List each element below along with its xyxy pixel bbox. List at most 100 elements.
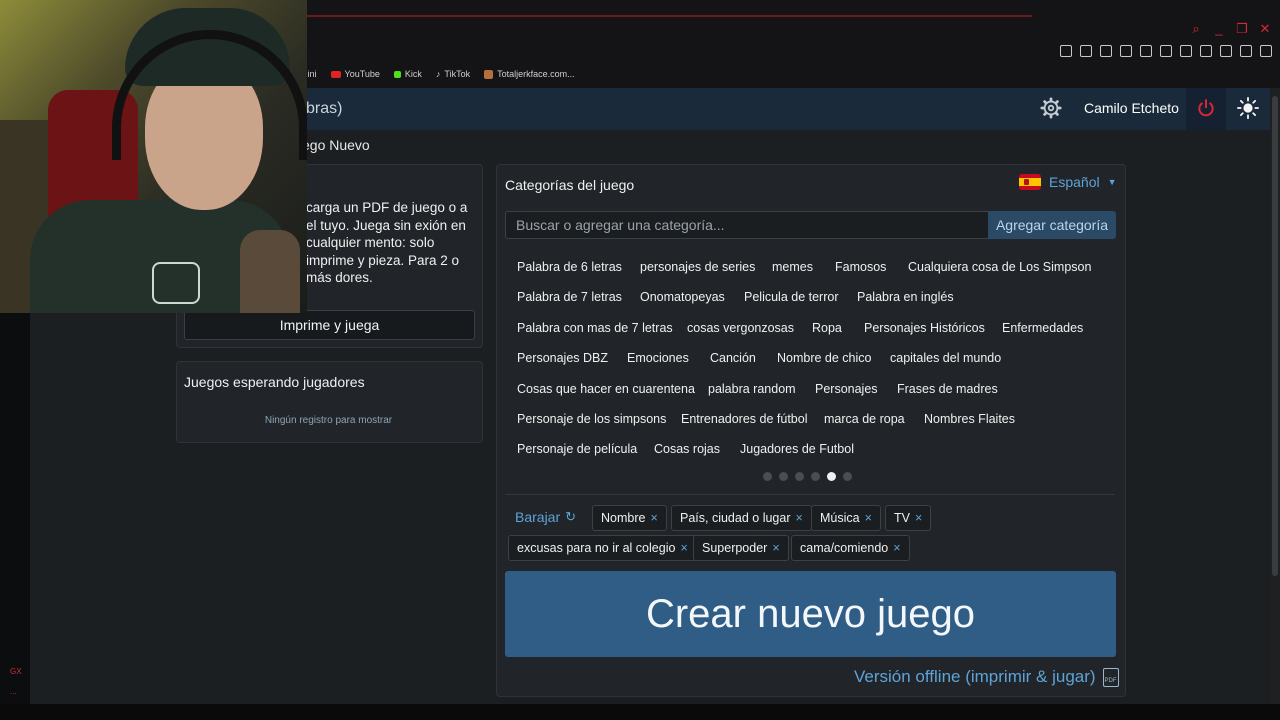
suggestion-item[interactable]: Cosas que hacer en cuarentena — [517, 382, 695, 396]
bookmark-kick[interactable]: Kick — [393, 69, 422, 79]
selected-category-tag: cama/comiendo × — [791, 535, 910, 561]
bookmark-tiktok[interactable]: ♪ TikTok — [436, 69, 470, 79]
suggestion-item[interactable]: Pelicula de terror — [744, 290, 839, 304]
youtube-icon — [330, 70, 341, 78]
page-dot-active[interactable] — [827, 472, 836, 481]
pdf-icon: PDF — [1102, 667, 1119, 687]
close-icon[interactable]: ✕ — [1258, 22, 1272, 36]
suggestion-item[interactable]: Palabra de 7 letras — [517, 290, 622, 304]
remove-tag-icon[interactable]: × — [915, 511, 922, 525]
remove-tag-icon[interactable]: × — [893, 541, 900, 555]
waiting-games-title: Juegos esperando jugadores — [184, 374, 365, 390]
scrollbar-thumb[interactable] — [1272, 96, 1278, 576]
suggestion-item[interactable]: cosas vergonzosas — [687, 321, 794, 335]
shield-icon[interactable] — [1120, 45, 1132, 57]
selected-category-tag: Nombre × — [592, 505, 667, 531]
window-controls: ⌕ _ ❐ ✕ — [1189, 22, 1272, 36]
empty-state-text: Ningún registro para mostrar — [264, 415, 393, 426]
suggestion-item[interactable]: Onomatopeyas — [640, 290, 725, 304]
selected-category-tag: Música × — [811, 505, 881, 531]
power-icon[interactable] — [1196, 98, 1216, 118]
heart-icon[interactable] — [1180, 45, 1192, 57]
pin-icon[interactable] — [1080, 45, 1092, 57]
user-name[interactable]: Camilo Etcheto — [1084, 100, 1179, 116]
suggestion-item[interactable]: Ropa — [812, 321, 842, 335]
remove-tag-icon[interactable]: × — [680, 541, 687, 555]
site-favicon-icon — [484, 69, 494, 79]
extensions-icon[interactable] — [1200, 45, 1212, 57]
suggestion-item[interactable]: Frases de madres — [897, 382, 998, 396]
suggestion-item[interactable]: palabra random — [708, 382, 796, 396]
create-new-game-button[interactable]: Crear nuevo juego — [505, 571, 1116, 657]
search-icon[interactable]: ⌕ — [1189, 22, 1203, 36]
suggestion-item[interactable]: Nombre de chico — [777, 351, 872, 365]
sun-icon[interactable] — [1237, 97, 1259, 119]
page-dot[interactable] — [795, 472, 804, 481]
app-title: bras) — [306, 100, 343, 117]
menu-icon[interactable] — [1260, 45, 1272, 57]
spain-flag-icon — [1019, 174, 1041, 190]
suggestion-item[interactable]: Entrenadores de fútbol — [681, 412, 807, 426]
gx-label: GX — [10, 667, 22, 676]
selected-category-tag: excusas para no ir al colegio × — [508, 535, 697, 561]
zoom-icon[interactable] — [1060, 45, 1072, 57]
remove-tag-icon[interactable]: × — [650, 511, 657, 525]
profile-icon[interactable] — [1220, 45, 1232, 57]
suggestion-item[interactable]: Emociones — [627, 351, 689, 365]
suggestion-item[interactable]: Personajes Históricos — [864, 321, 985, 335]
language-selector[interactable]: Español ▼ — [1019, 174, 1117, 190]
download-icon[interactable] — [1240, 45, 1252, 57]
print-description: carga un PDF de juego o a el tuyo. Juega… — [306, 200, 468, 285]
language-label: Español — [1049, 174, 1100, 190]
vpn-icon[interactable] — [1140, 45, 1152, 57]
suggestion-item[interactable]: Nombres Flaites — [924, 412, 1015, 426]
restore-icon[interactable]: ❐ — [1235, 22, 1249, 36]
suggestion-item[interactable]: memes — [772, 260, 813, 274]
refresh-icon: ↻ — [565, 509, 577, 524]
page-dot[interactable] — [779, 472, 788, 481]
suggestion-item[interactable]: capitales del mundo — [890, 351, 1001, 365]
suggestion-item[interactable]: Famosos — [835, 260, 886, 274]
remove-tag-icon[interactable]: × — [796, 511, 803, 525]
selected-category-tag: TV × — [885, 505, 932, 531]
suggestion-item[interactable]: Palabra en inglés — [857, 290, 954, 304]
screenshot-icon[interactable] — [1100, 45, 1112, 57]
suggestion-item[interactable]: Cosas rojas — [654, 442, 720, 456]
category-search-input[interactable] — [505, 211, 999, 239]
suggestion-item[interactable]: marca de ropa — [824, 412, 905, 426]
play-icon[interactable] — [1160, 45, 1172, 57]
divider — [505, 494, 1115, 495]
suggestion-item[interactable]: Personaje de los simpsons — [517, 412, 666, 426]
page-dot[interactable] — [763, 472, 772, 481]
print-and-play-button[interactable]: Imprime y juega — [184, 310, 475, 340]
shuffle-button[interactable]: Barajar ↻ — [515, 509, 576, 525]
remove-tag-icon[interactable]: × — [772, 541, 779, 555]
remove-tag-icon[interactable]: × — [865, 511, 872, 525]
suggestion-item[interactable]: Cualquiera cosa de Los Simpson — [908, 260, 1091, 274]
suggestion-pagination — [763, 472, 852, 481]
suggestion-item[interactable]: Palabra con mas de 7 letras — [517, 321, 673, 335]
webcam-bottle — [240, 230, 300, 313]
suggestion-item[interactable]: Canción — [710, 351, 756, 365]
page-dot[interactable] — [843, 472, 852, 481]
tab-accent-line — [307, 15, 1032, 17]
page-dot[interactable] — [811, 472, 820, 481]
suggestion-item[interactable]: Palabra de 6 letras — [517, 260, 622, 274]
suggestion-item[interactable]: Personajes DBZ — [517, 351, 608, 365]
suggestion-item[interactable]: Personaje de película — [517, 442, 637, 456]
gear-icon[interactable] — [1040, 97, 1062, 119]
offline-version-link[interactable]: Versión offline (imprimir & jugar) PDF — [854, 667, 1119, 687]
categories-title: Categorías del juego — [505, 177, 635, 193]
sidebar-more-icon[interactable]: ... — [10, 687, 17, 696]
shirt-logo-icon — [152, 262, 200, 304]
selected-category-tag: Superpoder × — [693, 535, 789, 561]
suggestion-item[interactable]: Jugadores de Futbol — [740, 442, 854, 456]
bookmark-youtube[interactable]: YouTube — [330, 69, 380, 79]
minimize-icon[interactable]: _ — [1212, 22, 1226, 36]
suggestion-item[interactable]: personajes de series — [640, 260, 755, 274]
bookmark-totaljerkface[interactable]: Totaljerkface.com... — [484, 69, 575, 79]
suggestion-item[interactable]: Enfermedades — [1002, 321, 1083, 335]
suggestion-item[interactable]: Personajes — [815, 382, 878, 396]
add-category-button[interactable]: Agregar categoría — [988, 211, 1116, 239]
selected-category-tag: País, ciudad o lugar × — [671, 505, 812, 531]
